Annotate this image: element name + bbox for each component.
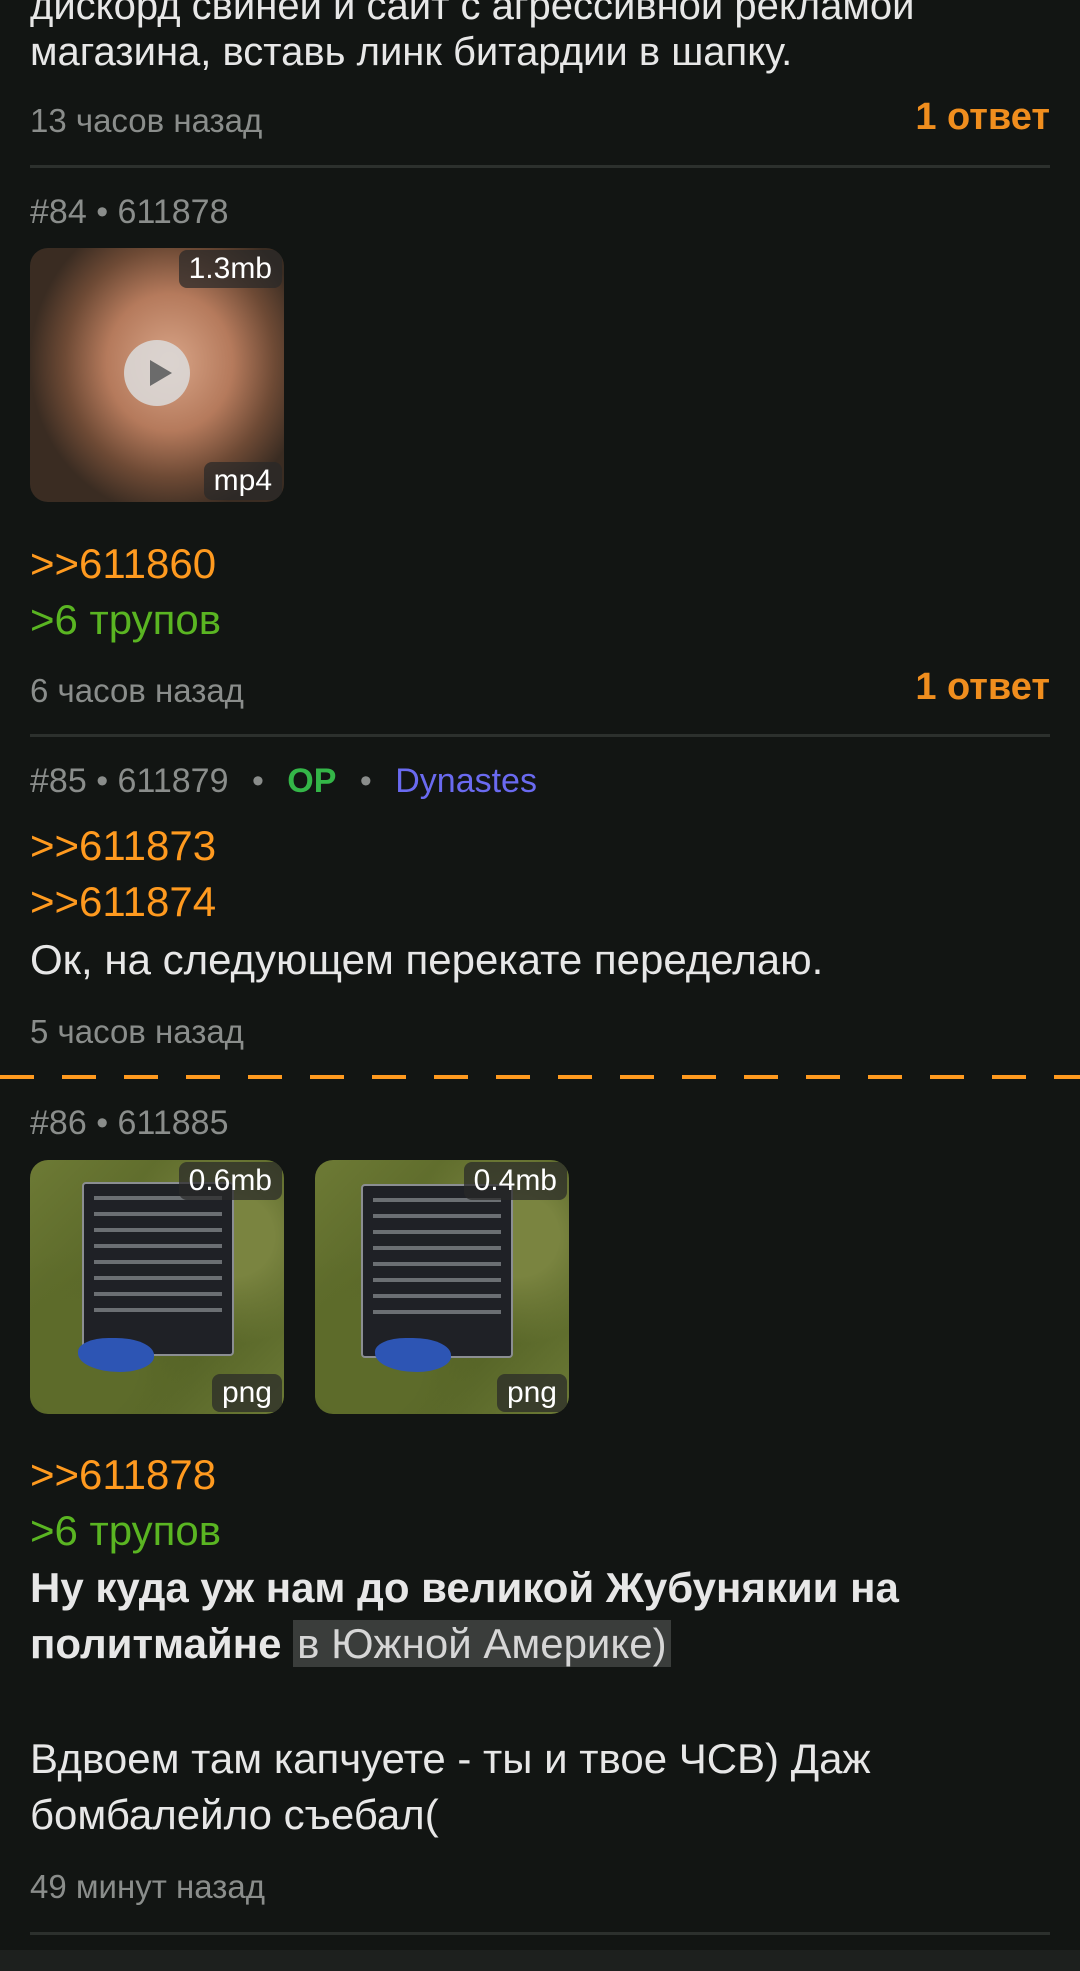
post-time: 49 минут назад bbox=[30, 1868, 265, 1905]
post-header: #85 • 611879 • OP • Dynastes bbox=[30, 762, 537, 801]
separator-dot: • bbox=[251, 762, 264, 800]
file-size-badge: 1.3mb bbox=[178, 250, 282, 288]
reply-link[interactable]: >>611860 bbox=[30, 536, 216, 592]
post-text-line: магазина, вставь линк битардии в шапку. bbox=[30, 30, 793, 74]
play-icon[interactable] bbox=[124, 340, 190, 406]
post-id[interactable]: 611879 bbox=[118, 762, 229, 800]
post-divider bbox=[30, 165, 1050, 168]
file-type-badge: png bbox=[211, 1374, 282, 1412]
post-id[interactable]: 611885 bbox=[118, 1104, 229, 1142]
post-time: 13 часов назад bbox=[30, 102, 263, 139]
bold-text: Ну куда уж нам до великой Жубунякии на bbox=[30, 1564, 899, 1611]
separator-dot: • bbox=[359, 762, 372, 800]
reply-link[interactable]: >>611878 bbox=[30, 1447, 216, 1503]
image-thumbnail[interactable]: 0.4mb png bbox=[315, 1160, 569, 1414]
poster-name: Dynastes bbox=[395, 762, 537, 800]
greentext-quote: >6 трупов bbox=[30, 596, 222, 643]
file-size-badge: 0.6mb bbox=[178, 1162, 282, 1200]
file-type-badge: mp4 bbox=[203, 462, 282, 500]
post-divider bbox=[30, 1932, 1050, 1935]
bold-text: политмайне bbox=[30, 1620, 282, 1667]
reply-link[interactable]: >>611874 bbox=[30, 874, 216, 930]
post-header: #84 • 611878 bbox=[30, 193, 228, 232]
post-number[interactable]: #84 bbox=[30, 193, 87, 231]
separator-dot: • bbox=[96, 762, 109, 800]
post-number[interactable]: #86 bbox=[30, 1104, 87, 1142]
post-number[interactable]: #85 bbox=[30, 762, 87, 800]
op-badge: OP bbox=[287, 762, 337, 800]
video-thumbnail[interactable]: 1.3mb mp4 bbox=[30, 248, 284, 502]
file-type-badge: png bbox=[496, 1374, 567, 1412]
new-posts-divider bbox=[0, 1075, 1080, 1079]
bottom-bar bbox=[0, 1950, 1080, 1971]
replies-link[interactable]: 1 ответ bbox=[915, 666, 1050, 709]
map-info-panel bbox=[82, 1182, 234, 1356]
post-time: 5 часов назад bbox=[30, 1013, 244, 1050]
map-lake bbox=[78, 1338, 154, 1372]
post-text-line: бомбалейло съебал( bbox=[30, 1791, 439, 1838]
post-text-line: Вдвоем там капчуете - ты и твое ЧСВ) Даж bbox=[30, 1735, 871, 1782]
map-info-panel bbox=[361, 1184, 513, 1358]
reply-link[interactable]: >>611873 bbox=[30, 818, 216, 874]
post-text-line: политмайне в Южной Америке) bbox=[30, 1616, 671, 1672]
map-lake bbox=[375, 1338, 451, 1372]
post-header: #86 • 611885 bbox=[30, 1104, 228, 1143]
post-time: 6 часов назад bbox=[30, 672, 244, 709]
file-size-badge: 0.4mb bbox=[463, 1162, 567, 1200]
separator-dot: • bbox=[96, 1104, 109, 1142]
greentext-quote: >6 трупов bbox=[30, 1507, 222, 1554]
spoiler-text[interactable]: в Южной Америке) bbox=[293, 1620, 671, 1667]
post-divider bbox=[30, 734, 1050, 737]
replies-link[interactable]: 1 ответ bbox=[915, 96, 1050, 139]
image-thumbnail[interactable]: 0.6mb png bbox=[30, 1160, 284, 1414]
separator-dot: • bbox=[96, 193, 109, 231]
post-text: Ок, на следующем перекате переделаю. bbox=[30, 936, 824, 983]
post-id[interactable]: 611878 bbox=[118, 193, 229, 231]
